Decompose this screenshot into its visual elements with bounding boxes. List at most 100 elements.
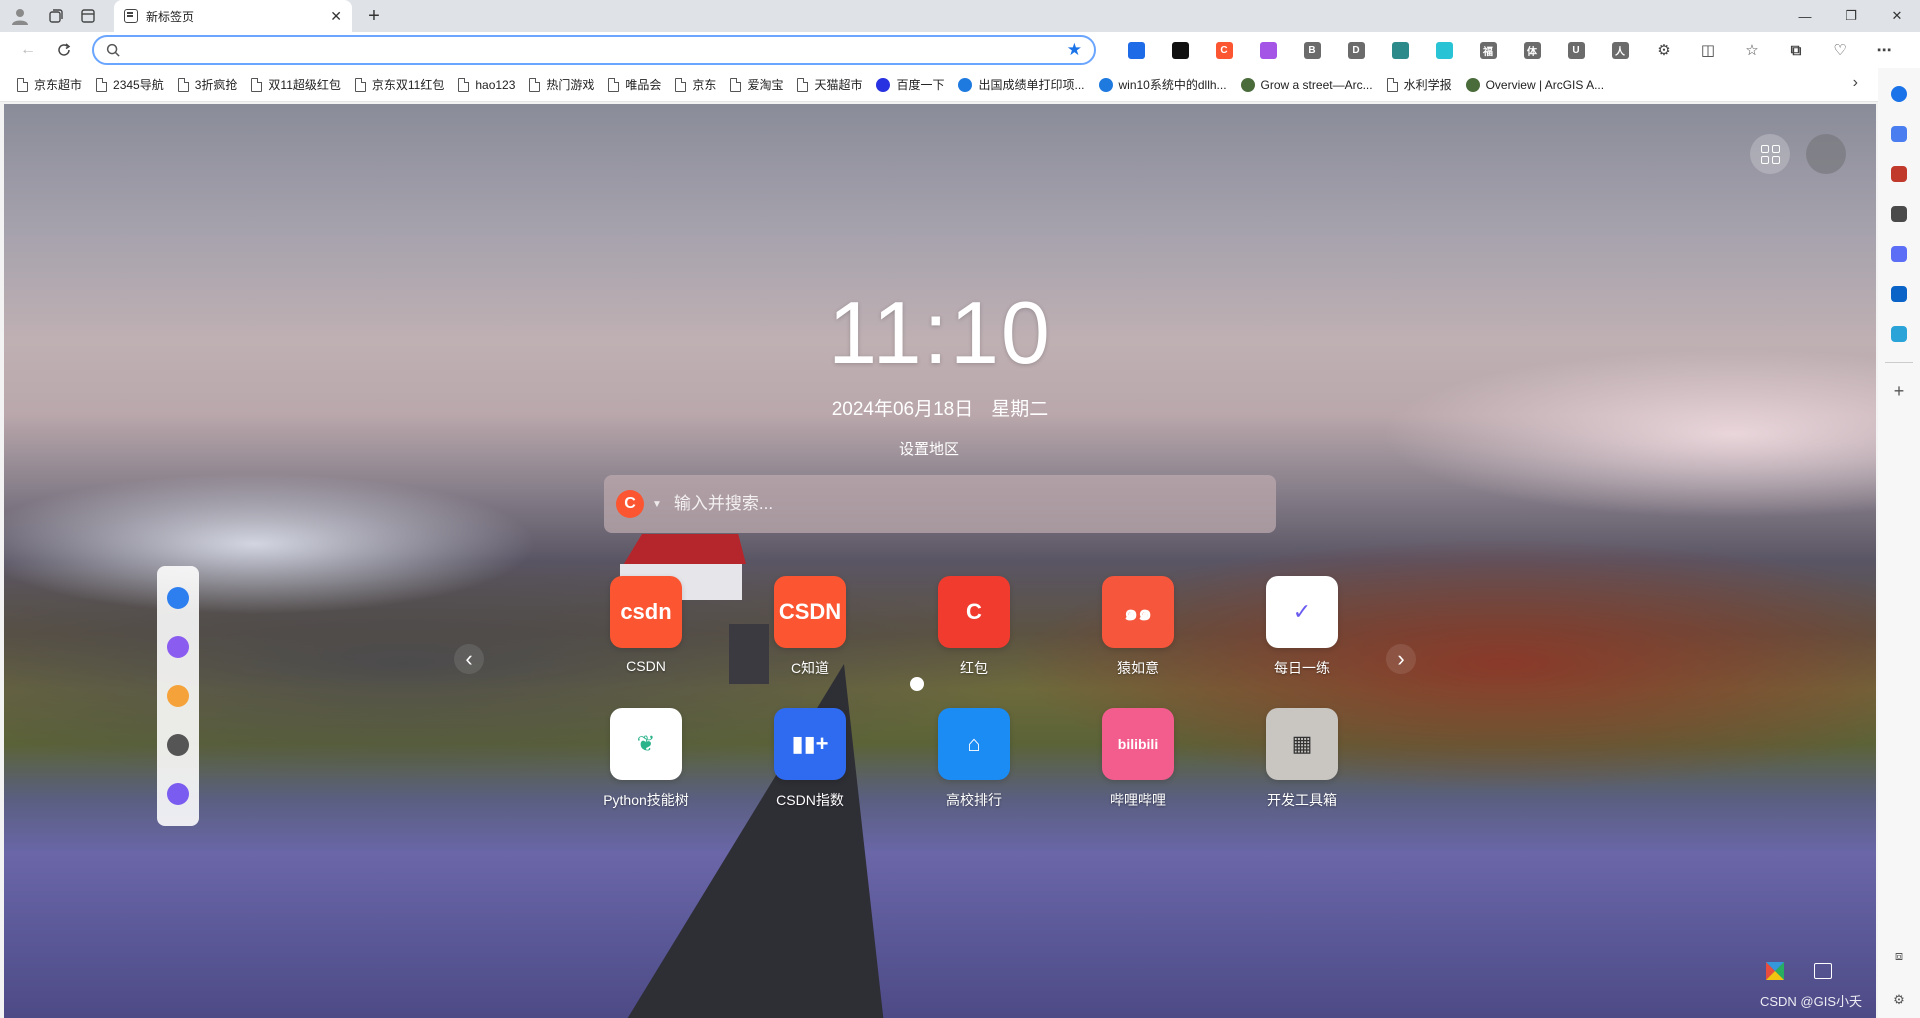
bookmark-item[interactable]: 3折疯抢 [171, 72, 245, 98]
browser-essentials-icon[interactable]: ♡ [1818, 34, 1862, 66]
bookmark-item[interactable]: 热门游戏 [522, 72, 601, 98]
ren-ext-icon[interactable]: 人 [1598, 34, 1642, 66]
shortcut-tile[interactable]: csdn CSDN [564, 576, 728, 678]
new-tab-button[interactable]: + [360, 5, 388, 28]
dock-app-1-icon[interactable] [167, 587, 189, 610]
fu-ext-icon[interactable]: 福 [1466, 34, 1510, 66]
favorites-icon[interactable]: ☆ [1730, 34, 1774, 66]
split-screen-icon[interactable]: ◫ [1686, 34, 1730, 66]
grid-ext-icon[interactable] [1158, 34, 1202, 66]
sidebar-settings-icon[interactable]: ⚙ [1893, 992, 1905, 1008]
page-indicator-dot[interactable] [910, 677, 924, 691]
bookmark-item[interactable]: 爱淘宝 [723, 72, 790, 98]
bookmark-item[interactable]: 唯品会 [601, 72, 668, 98]
extensions-puzzle-icon[interactable]: ⚙ [1642, 34, 1686, 66]
dock-app-3-icon[interactable] [167, 684, 189, 707]
shortcut-tile[interactable]: ▮▮+ CSDN指数 [728, 708, 892, 810]
workspaces-icon[interactable] [40, 0, 72, 32]
shortcut-label: 每日一练 [1274, 660, 1330, 676]
colorful-x-icon[interactable] [1764, 960, 1786, 982]
bookmark-item[interactable]: 京东 [668, 72, 723, 98]
profile-icon[interactable] [0, 0, 40, 32]
search-engine-icon[interactable]: C [616, 490, 644, 518]
top-right-controls [1750, 134, 1846, 174]
close-tab-icon[interactable]: ✕ [330, 8, 342, 25]
bookmark-item[interactable]: 天猫超市 [790, 72, 869, 98]
bookmark-item[interactable]: 京东双11红包 [348, 72, 451, 98]
brain-ext-icon[interactable] [1246, 34, 1290, 66]
side-dock [157, 566, 199, 826]
sidebar-tag-icon[interactable] [1885, 120, 1913, 148]
u-ext-icon[interactable]: U [1554, 34, 1598, 66]
vertical-tabs-icon[interactable] [72, 0, 104, 32]
shortcut-tile[interactable]: CSDN C知道 [728, 576, 892, 678]
close-window-button[interactable]: ✕ [1874, 0, 1920, 32]
weekday-text: 星期二 [991, 399, 1049, 420]
dock-app-5-icon[interactable] [167, 782, 189, 805]
set-region-link[interactable]: 设置地区 [4, 438, 1854, 459]
shortcut-tile[interactable]: bilibili 哔哩哔哩 [1056, 708, 1220, 810]
bookmark-item[interactable]: 双11超级红包 [244, 72, 347, 98]
q-ext-icon[interactable] [1422, 34, 1466, 66]
refresh-button[interactable] [46, 34, 82, 66]
bookmark-label: 京东超市 [34, 78, 83, 92]
bookmark-item[interactable]: 2345导航 [89, 72, 171, 98]
address-bar[interactable]: ★ [92, 35, 1096, 65]
bookmark-item[interactable]: 水利学报 [1380, 72, 1459, 98]
collections-icon[interactable]: ⧉ [1774, 34, 1818, 66]
dock-app-4-icon[interactable] [167, 733, 189, 756]
minimize-button[interactable]: — [1782, 0, 1828, 32]
sidebar-copilot-icon[interactable] [1885, 240, 1913, 268]
page-icon [608, 77, 620, 92]
shortcut-tile[interactable]: ✓ 每日一练 [1220, 576, 1384, 678]
bookmark-item[interactable]: Grow a street—Arc... [1234, 72, 1380, 98]
shortcut-tile[interactable]: ๑๑ 猿如意 [1056, 576, 1220, 678]
bookmark-item[interactable]: 京东超市 [10, 72, 89, 98]
tab-new-tab[interactable]: 新标签页 ✕ [114, 0, 352, 32]
bookmark-item[interactable]: win10系统中的dllh... [1092, 72, 1234, 98]
shortcut-icon: csdn [610, 576, 682, 648]
avatar[interactable] [1806, 134, 1846, 174]
page-icon [1386, 77, 1398, 92]
dock-app-2-icon[interactable] [167, 636, 189, 659]
search-box[interactable]: C ▼ [604, 475, 1276, 533]
next-page-arrow-icon[interactable]: › [1386, 644, 1416, 674]
shortcut-tile[interactable]: C 红包 [892, 576, 1056, 678]
engine-dropdown-chevron-icon[interactable]: ▼ [652, 499, 662, 510]
prev-page-arrow-icon[interactable]: ‹ [454, 644, 484, 674]
d-ext-icon[interactable]: D [1334, 34, 1378, 66]
more-menu-icon[interactable]: ⋯ [1862, 34, 1906, 66]
bookmark-item[interactable]: Overview | ArcGIS A... [1459, 72, 1611, 98]
csdn-ext-icon[interactable]: C [1202, 34, 1246, 66]
wallpaper-icon[interactable] [1814, 963, 1832, 979]
gear-ext-icon[interactable] [1378, 34, 1422, 66]
page-icon [177, 77, 189, 92]
address-input[interactable] [129, 42, 1059, 58]
page-icon [797, 77, 809, 92]
sidebar-send-icon[interactable] [1885, 320, 1913, 348]
sidebar-hide-icon[interactable]: ⧈ [1895, 948, 1903, 964]
sidebar-chess-icon[interactable] [1885, 200, 1913, 228]
shortcut-tile[interactable]: ▦ 开发工具箱 [1220, 708, 1384, 810]
translate-ext-icon[interactable] [1114, 34, 1158, 66]
b-ext-icon[interactable]: B [1290, 34, 1334, 66]
bookmark-item[interactable]: 百度一下 [869, 72, 951, 98]
restore-button[interactable]: ❐ [1828, 0, 1874, 32]
bookmarks-overflow-chevron-icon[interactable]: › [1853, 74, 1858, 92]
shortcut-tile[interactable]: ❦ Python技能树 [564, 708, 728, 810]
ti-ext-icon[interactable]: 体 [1510, 34, 1554, 66]
apps-grid-icon[interactable] [1750, 134, 1790, 174]
page-icon [458, 77, 470, 92]
back-button[interactable]: ← [10, 34, 46, 66]
send-icon [1891, 326, 1907, 342]
bookmark-item[interactable]: 出国成绩单打印项... [951, 72, 1091, 98]
sidebar-search-icon[interactable] [1885, 80, 1913, 108]
extension-badge: U [1567, 41, 1585, 59]
sidebar-outlook-icon[interactable] [1885, 280, 1913, 308]
favorite-star-icon[interactable]: ★ [1067, 40, 1082, 60]
bookmark-item[interactable]: hao123 [451, 72, 522, 98]
sidebar-toolbox-icon[interactable] [1885, 160, 1913, 188]
shortcut-tile[interactable]: ⌂ 高校排行 [892, 708, 1056, 810]
sidebar-add-icon[interactable]: + [1885, 377, 1913, 405]
search-input[interactable] [673, 494, 1264, 514]
